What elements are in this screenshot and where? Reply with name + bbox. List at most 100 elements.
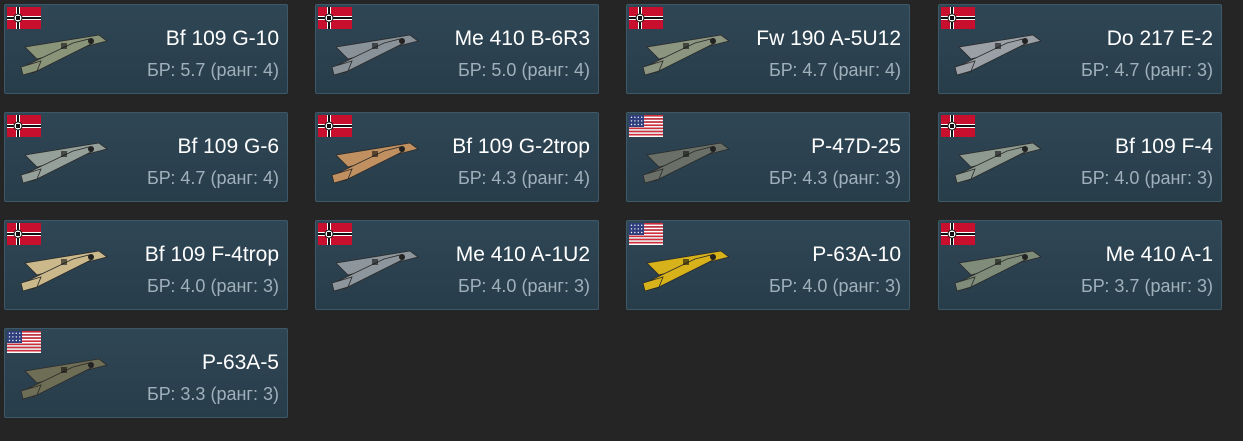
vehicle-card[interactable]: P-63A-5 БР: 3.3 (ранг: 3) bbox=[4, 328, 288, 418]
vehicle-name: Bf 109 G-2trop bbox=[452, 135, 590, 158]
br-prefix: БР: bbox=[457, 168, 487, 188]
vehicle-card[interactable]: Bf 109 F-4trop БР: 4.0 (ранг: 3) bbox=[4, 220, 288, 310]
rank-value: 3 bbox=[262, 276, 273, 296]
rank-word: ранг: bbox=[216, 384, 258, 404]
vehicle-card[interactable]: Bf 109 G-2trop БР: 4.3 (ранг: 4) bbox=[315, 112, 599, 202]
br-value: 4.3 bbox=[491, 168, 517, 188]
br-prefix: БР: bbox=[457, 276, 487, 296]
rank-value: 4 bbox=[262, 60, 273, 80]
battle-rating: БР: 3.7 (ранг: 3) bbox=[1080, 276, 1213, 296]
battle-rating: БР: 4.0 (ранг: 3) bbox=[457, 276, 590, 296]
rank-word: ранг: bbox=[216, 168, 258, 188]
rank-word: ранг: bbox=[1150, 60, 1192, 80]
br-value: 5.7 bbox=[180, 60, 206, 80]
vehicle-name: Bf 109 F-4trop bbox=[144, 243, 279, 266]
battle-rating: БР: 4.7 (ранг: 4) bbox=[146, 168, 279, 188]
br-prefix: БР: bbox=[1080, 168, 1110, 188]
germany-flag-icon bbox=[318, 7, 352, 29]
germany-flag-icon bbox=[629, 7, 663, 29]
br-value: 4.3 bbox=[802, 168, 828, 188]
br-prefix: БР: bbox=[768, 60, 798, 80]
vehicle-card[interactable]: Bf 109 F-4 БР: 4.0 (ранг: 3) bbox=[938, 112, 1222, 202]
vehicle-name: Me 410 A-1U2 bbox=[455, 243, 590, 266]
br-prefix: БР: bbox=[146, 276, 176, 296]
rank-value: 3 bbox=[884, 276, 895, 296]
vehicle-name: Do 217 E-2 bbox=[1106, 27, 1213, 50]
rank-word: ранг: bbox=[527, 168, 569, 188]
rank-value: 3 bbox=[573, 276, 584, 296]
rank-value: 4 bbox=[573, 168, 584, 188]
battle-rating: БР: 4.7 (ранг: 3) bbox=[1080, 60, 1213, 80]
br-prefix: БР: bbox=[1080, 276, 1110, 296]
battle-rating: БР: 4.3 (ранг: 3) bbox=[768, 168, 901, 188]
vehicle-name: Me 410 A-1 bbox=[1105, 243, 1213, 266]
rank-value: 4 bbox=[573, 60, 584, 80]
vehicle-card[interactable]: Fw 190 A-5U12 БР: 4.7 (ранг: 4) bbox=[626, 4, 910, 94]
vehicle-card[interactable]: P-47D-25 БР: 4.3 (ранг: 3) bbox=[626, 112, 910, 202]
rank-word: ранг: bbox=[838, 276, 880, 296]
germany-flag-icon bbox=[941, 7, 975, 29]
vehicle-name: Bf 109 G-6 bbox=[177, 135, 279, 158]
rank-word: ранг: bbox=[838, 60, 880, 80]
br-prefix: БР: bbox=[146, 60, 176, 80]
vehicle-name: P-63A-10 bbox=[812, 243, 901, 266]
rank-word: ранг: bbox=[216, 276, 258, 296]
vehicle-name: Me 410 B-6R3 bbox=[454, 27, 590, 50]
rank-word: ранг: bbox=[1150, 276, 1192, 296]
battle-rating: БР: 4.7 (ранг: 4) bbox=[768, 60, 901, 80]
rank-word: ранг: bbox=[216, 60, 258, 80]
br-value: 3.3 bbox=[180, 384, 206, 404]
rank-word: ранг: bbox=[527, 276, 569, 296]
vehicle-card[interactable]: P-63A-10 БР: 4.0 (ранг: 3) bbox=[626, 220, 910, 310]
rank-value: 3 bbox=[262, 384, 273, 404]
vehicle-name: Bf 109 F-4 bbox=[1114, 135, 1213, 158]
br-value: 4.0 bbox=[180, 276, 206, 296]
br-value: 3.7 bbox=[1114, 276, 1140, 296]
vehicle-card[interactable]: Me 410 A-1U2 БР: 4.0 (ранг: 3) bbox=[315, 220, 599, 310]
vehicle-name: Bf 109 G-10 bbox=[165, 27, 279, 50]
usa-flag-icon bbox=[7, 331, 41, 354]
battle-rating: БР: 4.0 (ранг: 3) bbox=[1080, 168, 1213, 188]
rank-value: 4 bbox=[884, 60, 895, 80]
rank-word: ранг: bbox=[527, 60, 569, 80]
rank-value: 3 bbox=[1196, 60, 1207, 80]
vehicle-card[interactable]: Bf 109 G-10 БР: 5.7 (ранг: 4) bbox=[4, 4, 288, 94]
vehicle-card[interactable]: Do 217 E-2 БР: 4.7 (ранг: 3) bbox=[938, 4, 1222, 94]
br-prefix: БР: bbox=[146, 384, 176, 404]
rank-word: ранг: bbox=[1150, 168, 1192, 188]
battle-rating: БР: 5.7 (ранг: 4) bbox=[146, 60, 279, 80]
germany-flag-icon bbox=[941, 115, 975, 137]
vehicle-grid: Bf 109 G-10 БР: 5.7 (ранг: 4) Me 410 B-6R3… bbox=[0, 0, 1243, 441]
vehicle-name: Fw 190 A-5U12 bbox=[756, 27, 901, 50]
battle-rating: БР: 3.3 (ранг: 3) bbox=[146, 384, 279, 404]
br-value: 4.0 bbox=[1114, 168, 1140, 188]
rank-value: 4 bbox=[262, 168, 273, 188]
rank-value: 3 bbox=[1196, 168, 1207, 188]
br-value: 4.7 bbox=[180, 168, 206, 188]
br-prefix: БР: bbox=[1080, 60, 1110, 80]
br-value: 4.0 bbox=[802, 276, 828, 296]
vehicle-name: P-63A-5 bbox=[201, 351, 279, 374]
vehicle-name: P-47D-25 bbox=[811, 135, 901, 158]
usa-flag-icon bbox=[629, 223, 663, 246]
br-prefix: БР: bbox=[457, 60, 487, 80]
germany-flag-icon bbox=[7, 7, 41, 29]
battle-rating: БР: 5.0 (ранг: 4) bbox=[457, 60, 590, 80]
br-value: 4.0 bbox=[491, 276, 517, 296]
vehicle-card[interactable]: Me 410 A-1 БР: 3.7 (ранг: 3) bbox=[938, 220, 1222, 310]
br-value: 5.0 bbox=[491, 60, 517, 80]
rank-value: 3 bbox=[884, 168, 895, 188]
germany-flag-icon bbox=[941, 223, 975, 245]
br-prefix: БР: bbox=[768, 168, 798, 188]
germany-flag-icon bbox=[7, 115, 41, 137]
germany-flag-icon bbox=[318, 223, 352, 245]
vehicle-card[interactable]: Bf 109 G-6 БР: 4.7 (ранг: 4) bbox=[4, 112, 288, 202]
usa-flag-icon bbox=[629, 115, 663, 138]
battle-rating: БР: 4.0 (ранг: 3) bbox=[768, 276, 901, 296]
br-prefix: БР: bbox=[146, 168, 176, 188]
rank-value: 3 bbox=[1196, 276, 1207, 296]
battle-rating: БР: 4.3 (ранг: 4) bbox=[457, 168, 590, 188]
battle-rating: БР: 4.0 (ранг: 3) bbox=[146, 276, 279, 296]
br-value: 4.7 bbox=[1114, 60, 1140, 80]
vehicle-card[interactable]: Me 410 B-6R3 БР: 5.0 (ранг: 4) bbox=[315, 4, 599, 94]
